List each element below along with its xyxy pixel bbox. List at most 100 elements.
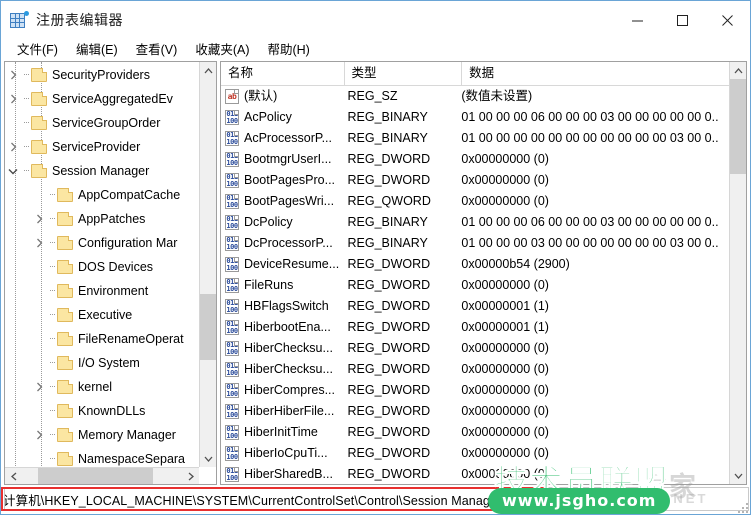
value-name-label: HiberCompres... [244, 383, 335, 397]
tree-item-label: Environment [78, 284, 149, 298]
tree-scroll-left-icon[interactable] [5, 468, 22, 484]
tree-scrollbar-thumb[interactable] [200, 294, 216, 360]
value-row[interactable]: 011 100 AcPolicy REG_BINARY 01 00 00 00 06 0… [221, 107, 729, 128]
value-type-cell: REG_DWORD [347, 173, 431, 187]
resize-grip[interactable] [736, 501, 748, 513]
folder-icon [57, 404, 73, 418]
tree-item-kernel[interactable]: kernel [5, 375, 201, 399]
tree-item-environment[interactable]: Environment [5, 279, 201, 303]
value-row[interactable]: 011 100 BootmgrUserI... REG_DWORD 0x00000000… [221, 149, 729, 170]
value-name-cell: 011 100 BootPagesPro... [221, 170, 341, 191]
value-row[interactable]: ab (默认) REG_SZ (数值未设置) [221, 86, 729, 107]
column-header-type[interactable]: 类型 [345, 62, 463, 85]
menu-file[interactable]: 文件(F) [8, 40, 67, 60]
chevron-right-icon[interactable] [5, 63, 21, 87]
value-data-cell: 0x00000000 (0) [461, 425, 549, 439]
tree-scroll-down-icon[interactable] [200, 450, 216, 467]
value-row[interactable]: 011 100 DcProcessorP... REG_BINARY 01 00 00 … [221, 233, 729, 254]
value-name-label: HiberIoCpuTi... [244, 446, 328, 460]
value-name-label: BootPagesPro... [244, 173, 336, 187]
value-type-cell: REG_DWORD [347, 404, 431, 418]
value-row[interactable]: 011 100 HiberIoCpuTi... REG_DWORD 0x00000000… [221, 443, 729, 464]
tree-item-memory-manager[interactable]: Memory Manager [5, 423, 201, 447]
tree-scroll-right-icon[interactable] [182, 468, 199, 484]
tree-connector [47, 351, 57, 375]
tree-item-serviceaggregatedev[interactable]: ServiceAggregatedEv [5, 87, 201, 111]
value-row[interactable]: 011 100 HiberSharedB... REG_DWORD 0x00000000… [221, 464, 729, 484]
tree-item-dos-devices[interactable]: DOS Devices [5, 255, 201, 279]
tree-item-filerenameoperat[interactable]: FileRenameOperat [5, 327, 201, 351]
tree-vertical-scrollbar[interactable] [199, 62, 216, 467]
value-row[interactable]: 011 100 HBFlagsSwitch REG_DWORD 0x00000001 (… [221, 296, 729, 317]
menu-favorites[interactable]: 收藏夹(A) [186, 40, 258, 60]
menu-edit[interactable]: 编辑(E) [67, 40, 127, 60]
binary-value-icon: 011 100 [225, 467, 239, 482]
tree-item-i-o-system[interactable]: I/O System [5, 351, 201, 375]
tree-item-knowndlls[interactable]: KnownDLLs [5, 399, 201, 423]
value-name-cell: 011 100 HiberCompres... [221, 380, 341, 401]
value-row[interactable]: 011 100 BootPagesPro... REG_DWORD 0x00000000… [221, 170, 729, 191]
folder-icon [57, 212, 73, 226]
value-name-label: DcProcessorP... [244, 236, 333, 250]
values-scroll-down-icon[interactable] [730, 467, 746, 484]
value-row[interactable]: 011 100 BootPagesWri... REG_QWORD 0x00000000… [221, 191, 729, 212]
tree-horizontal-scrollbar[interactable] [5, 467, 199, 484]
tree-item-appcompatcache[interactable]: AppCompatCache [5, 183, 201, 207]
menu-view[interactable]: 查看(V) [127, 40, 187, 60]
chevron-right-icon[interactable] [5, 87, 21, 111]
value-name-cell: 011 100 HiberChecksu... [221, 359, 341, 380]
close-icon[interactable] [705, 1, 750, 39]
value-row[interactable]: 011 100 AcProcessorP... REG_BINARY 01 00 00 … [221, 128, 729, 149]
column-header-name[interactable]: 名称 [221, 62, 345, 85]
tree-item-configuration-mar[interactable]: Configuration Mar [5, 231, 201, 255]
tree-item-servicegrouporder[interactable]: ServiceGroupOrder [5, 111, 201, 135]
tree-item-executive[interactable]: Executive [5, 303, 201, 327]
value-row[interactable]: 011 100 HiberHiberFile... REG_DWORD 0x000000… [221, 401, 729, 422]
value-row[interactable]: 011 100 HiberInitTime REG_DWORD 0x00000000 (… [221, 422, 729, 443]
chevron-right-icon[interactable] [31, 375, 47, 399]
folder-icon [57, 188, 73, 202]
values-list[interactable]: ab (默认) REG_SZ (数值未设置) 011 100 AcPolicy REG_BIN… [221, 86, 729, 484]
tree-item-apppatches[interactable]: AppPatches [5, 207, 201, 231]
tree-item-serviceprovider[interactable]: ServiceProvider [5, 135, 201, 159]
chevron-right-icon[interactable] [31, 423, 47, 447]
value-row[interactable]: 011 100 HiberChecksu... REG_DWORD 0x00000000… [221, 338, 729, 359]
value-type-cell: REG_DWORD [347, 278, 431, 292]
chevron-down-icon[interactable] [5, 159, 21, 183]
chevron-right-icon[interactable] [31, 231, 47, 255]
status-bar: 计算机\HKEY_LOCAL_MACHINE\SYSTEM\CurrentCon… [4, 487, 749, 511]
value-row[interactable]: 011 100 HiberbootEna... REG_DWORD 0x00000001… [221, 317, 729, 338]
folder-icon [57, 380, 73, 394]
value-name-label: BootPagesWri... [244, 194, 335, 208]
value-name-label: HiberHiberFile... [244, 404, 335, 418]
binary-value-icon: 011 100 [225, 152, 239, 167]
tree-scroll-up-icon[interactable] [200, 62, 216, 79]
value-row[interactable]: 011 100 HiberChecksu... REG_DWORD 0x00000000… [221, 359, 729, 380]
tree-hscrollbar-thumb[interactable] [38, 468, 153, 484]
value-row[interactable]: 011 100 DeviceResume... REG_DWORD 0x00000b54… [221, 254, 729, 275]
tree-item-securityproviders[interactable]: SecurityProviders [5, 63, 201, 87]
values-scrollbar-thumb[interactable] [730, 79, 746, 174]
value-row[interactable]: 011 100 FileRuns REG_DWORD 0x00000000 (0) [221, 275, 729, 296]
column-header-data[interactable]: 数据 [462, 62, 729, 85]
value-data-cell: 0x00000000 (0) [461, 152, 549, 166]
tree-connector [47, 399, 57, 423]
menu-help[interactable]: 帮助(H) [258, 40, 318, 60]
values-vertical-scrollbar[interactable] [729, 62, 746, 484]
chevron-right-icon[interactable] [31, 207, 47, 231]
registry-tree[interactable]: SecurityProviders ServiceAggregatedEv Serv… [5, 62, 201, 468]
chevron-right-icon[interactable] [5, 135, 21, 159]
tree-item-session-manager[interactable]: Session Manager [5, 159, 201, 183]
value-row[interactable]: 011 100 DcPolicy REG_BINARY 01 00 00 00 06 0… [221, 212, 729, 233]
minimize-icon[interactable] [615, 1, 660, 39]
maximize-icon[interactable] [660, 1, 705, 39]
value-type-cell: REG_DWORD [347, 467, 431, 481]
value-name-label: HBFlagsSwitch [244, 299, 329, 313]
tree-item-namespacesepara[interactable]: NamespaceSepara [5, 447, 201, 468]
value-name-cell: 011 100 HBFlagsSwitch [221, 296, 341, 317]
values-scroll-up-icon[interactable] [730, 62, 746, 79]
value-row[interactable]: 011 100 HiberCompres... REG_DWORD 0x00000000… [221, 380, 729, 401]
registry-path: 计算机\HKEY_LOCAL_MACHINE\SYSTEM\CurrentCon… [4, 493, 537, 508]
